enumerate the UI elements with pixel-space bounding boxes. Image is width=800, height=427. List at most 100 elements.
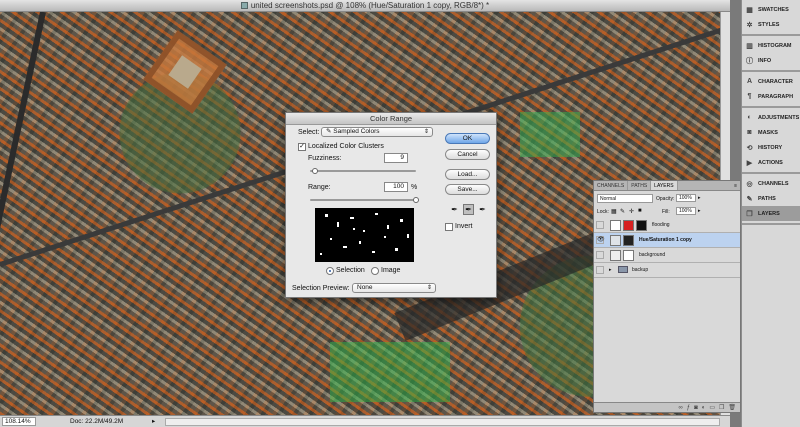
range-slider-track[interactable]: [310, 199, 416, 201]
opacity-label: Opacity:: [656, 196, 675, 202]
lock-label: Lock:: [597, 209, 609, 215]
hue-saturation-icon: [610, 235, 621, 246]
layer-row[interactable]: ▸ backup: [594, 263, 740, 278]
invert-checkbox[interactable]: [445, 223, 453, 231]
layer-row[interactable]: background: [594, 248, 740, 263]
localized-clusters-checkbox[interactable]: ✓: [298, 143, 306, 151]
lock-all-icon[interactable]: ■: [638, 208, 642, 214]
dock-item-styles[interactable]: ✲ STYLES: [742, 17, 800, 32]
blend-mode-select[interactable]: Normal: [597, 194, 653, 203]
range-input[interactable]: 100: [384, 182, 408, 192]
layer-visibility-toggle[interactable]: [596, 221, 604, 229]
layer-name: Hue/Saturation 1 copy: [639, 237, 692, 243]
layer-name: backup: [632, 267, 649, 273]
dock-item-masks[interactable]: ◙ MASKS: [742, 125, 800, 140]
dock-item-label: INFO: [758, 57, 772, 64]
dock-item-info[interactable]: ⓘ INFO: [742, 53, 800, 68]
image-radio[interactable]: [371, 267, 379, 275]
layer-visibility-toggle[interactable]: 👁: [596, 236, 605, 244]
dock-item-adjustments[interactable]: ◐ ADJUSTMENTS: [742, 110, 800, 125]
dock-group: ◐ ADJUSTMENTS ◙ MASKS ⟲ HISTORY ▶ ACTIONS: [742, 108, 800, 174]
swatches-icon: ▦: [746, 6, 753, 14]
fuzziness-slider-track[interactable]: [310, 170, 416, 172]
fill-dropdown-icon[interactable]: ▸: [698, 208, 701, 214]
select-dropdown[interactable]: ✎ Sampled Colors ⇕: [321, 127, 433, 137]
dock-item-character[interactable]: A CHARACTER: [742, 74, 800, 89]
group-expand-icon[interactable]: ▸: [609, 267, 612, 273]
save-button[interactable]: Save...: [445, 184, 490, 195]
layer-row[interactable]: flooding: [594, 218, 740, 233]
load-button[interactable]: Load...: [445, 169, 490, 180]
character-icon: A: [746, 78, 753, 85]
layer-visibility-toggle[interactable]: [596, 251, 604, 259]
layer-row-selected[interactable]: 👁 Hue/Saturation 1 copy: [594, 233, 740, 248]
cancel-button[interactable]: Cancel: [445, 149, 490, 160]
color-range-dialog: Color Range Select: ✎ Sampled Colors ⇕ ✓…: [285, 112, 497, 298]
selection-preview-dropdown[interactable]: None ⇕: [352, 283, 436, 293]
panel-menu-icon[interactable]: ≡: [734, 181, 740, 190]
layer-mask-thumbnail: [623, 235, 634, 246]
dock-item-swatches[interactable]: ▦ SWATCHES: [742, 2, 800, 17]
fuzziness-slider-thumb[interactable]: [312, 168, 319, 174]
range-slider-thumb[interactable]: [413, 197, 419, 203]
opacity-dropdown-icon[interactable]: ▸: [698, 195, 701, 201]
info-icon: ⓘ: [746, 57, 753, 65]
document-title-bar[interactable]: united screenshots.psd @ 108% (Hue/Satur…: [0, 0, 730, 12]
add-to-sample-icon[interactable]: ✒: [463, 204, 474, 215]
canvas-green-area: [330, 342, 450, 402]
dock-group: ▦ SWATCHES ✲ STYLES: [742, 0, 800, 36]
dock-item-label: STYLES: [758, 21, 780, 28]
lock-image-icon[interactable]: ✎: [620, 208, 625, 215]
zoom-level-field[interactable]: 108.14%: [2, 417, 36, 426]
canvas-courtyard-building: [143, 30, 227, 114]
range-unit: %: [411, 184, 418, 191]
document-title: united screenshots.psd @ 108% (Hue/Satur…: [250, 1, 490, 10]
opacity-field[interactable]: 100%: [676, 194, 696, 202]
layer-visibility-toggle[interactable]: [596, 266, 604, 274]
layers-icon: ❐: [746, 210, 753, 218]
tab-layers[interactable]: LAYERS: [651, 181, 678, 190]
range-label: Range:: [308, 184, 331, 191]
selection-radio-label: Selection: [336, 267, 365, 274]
subtract-from-sample-icon[interactable]: ✒: [477, 204, 488, 215]
lock-position-icon[interactable]: ✛: [629, 208, 634, 215]
link-layers-icon[interactable]: ∞: [678, 405, 682, 411]
layer-style-icon[interactable]: ƒ: [687, 405, 690, 411]
new-layer-icon[interactable]: ❐: [719, 404, 724, 411]
dialog-title[interactable]: Color Range: [286, 113, 496, 125]
dock-item-layers[interactable]: ❐ LAYERS: [742, 206, 800, 221]
lock-transparent-icon[interactable]: ▦: [611, 208, 617, 215]
adjustment-thumbnail: [610, 220, 621, 231]
status-menu-arrow-icon[interactable]: ▸: [152, 416, 155, 427]
histogram-icon: ▥: [746, 42, 753, 50]
tab-channels[interactable]: CHANNELS: [594, 181, 629, 190]
dock-item-paragraph[interactable]: ¶ PARAGRAPH: [742, 89, 800, 104]
layer-name: flooding: [652, 222, 670, 228]
dock-item-label: MASKS: [758, 129, 778, 136]
new-group-icon[interactable]: ▭: [709, 404, 715, 411]
layer-mask-thumbnail: [636, 220, 647, 231]
fill-field[interactable]: 100%: [676, 207, 696, 215]
fuzziness-input[interactable]: 9: [384, 153, 408, 163]
new-adjustment-icon[interactable]: ◐: [702, 405, 706, 411]
selection-radio[interactable]: [326, 267, 334, 275]
dock-item-paths[interactable]: ✎ PATHS: [742, 191, 800, 206]
dock-item-history[interactable]: ⟲ HISTORY: [742, 140, 800, 155]
dock-item-channels[interactable]: ◎ CHANNELS: [742, 176, 800, 191]
eyedropper-tool-icon[interactable]: ✒: [449, 204, 460, 215]
dropdown-arrows-icon: ⇕: [423, 129, 429, 135]
tab-paths[interactable]: PATHS: [628, 181, 652, 190]
dock-item-histogram[interactable]: ▥ HISTOGRAM: [742, 38, 800, 53]
layer-chain-icon: [610, 250, 621, 261]
dock-item-actions[interactable]: ▶ ACTIONS: [742, 155, 800, 170]
horizontal-scrollbar[interactable]: [165, 418, 720, 426]
flooding-color-swatch: [623, 220, 634, 231]
fill-label: Fill:: [662, 209, 670, 215]
fuzziness-label: Fuzziness:: [308, 155, 342, 162]
trash-icon[interactable]: 🗑: [728, 404, 736, 411]
ok-button[interactable]: OK: [445, 133, 490, 144]
status-bar: 108.14% Doc: 22.2M/49.2M ▸: [0, 415, 730, 427]
dock-item-label: ADJUSTMENTS: [758, 114, 800, 121]
add-mask-icon[interactable]: ◙: [694, 405, 698, 411]
dock-item-label: PARAGRAPH: [758, 93, 794, 100]
